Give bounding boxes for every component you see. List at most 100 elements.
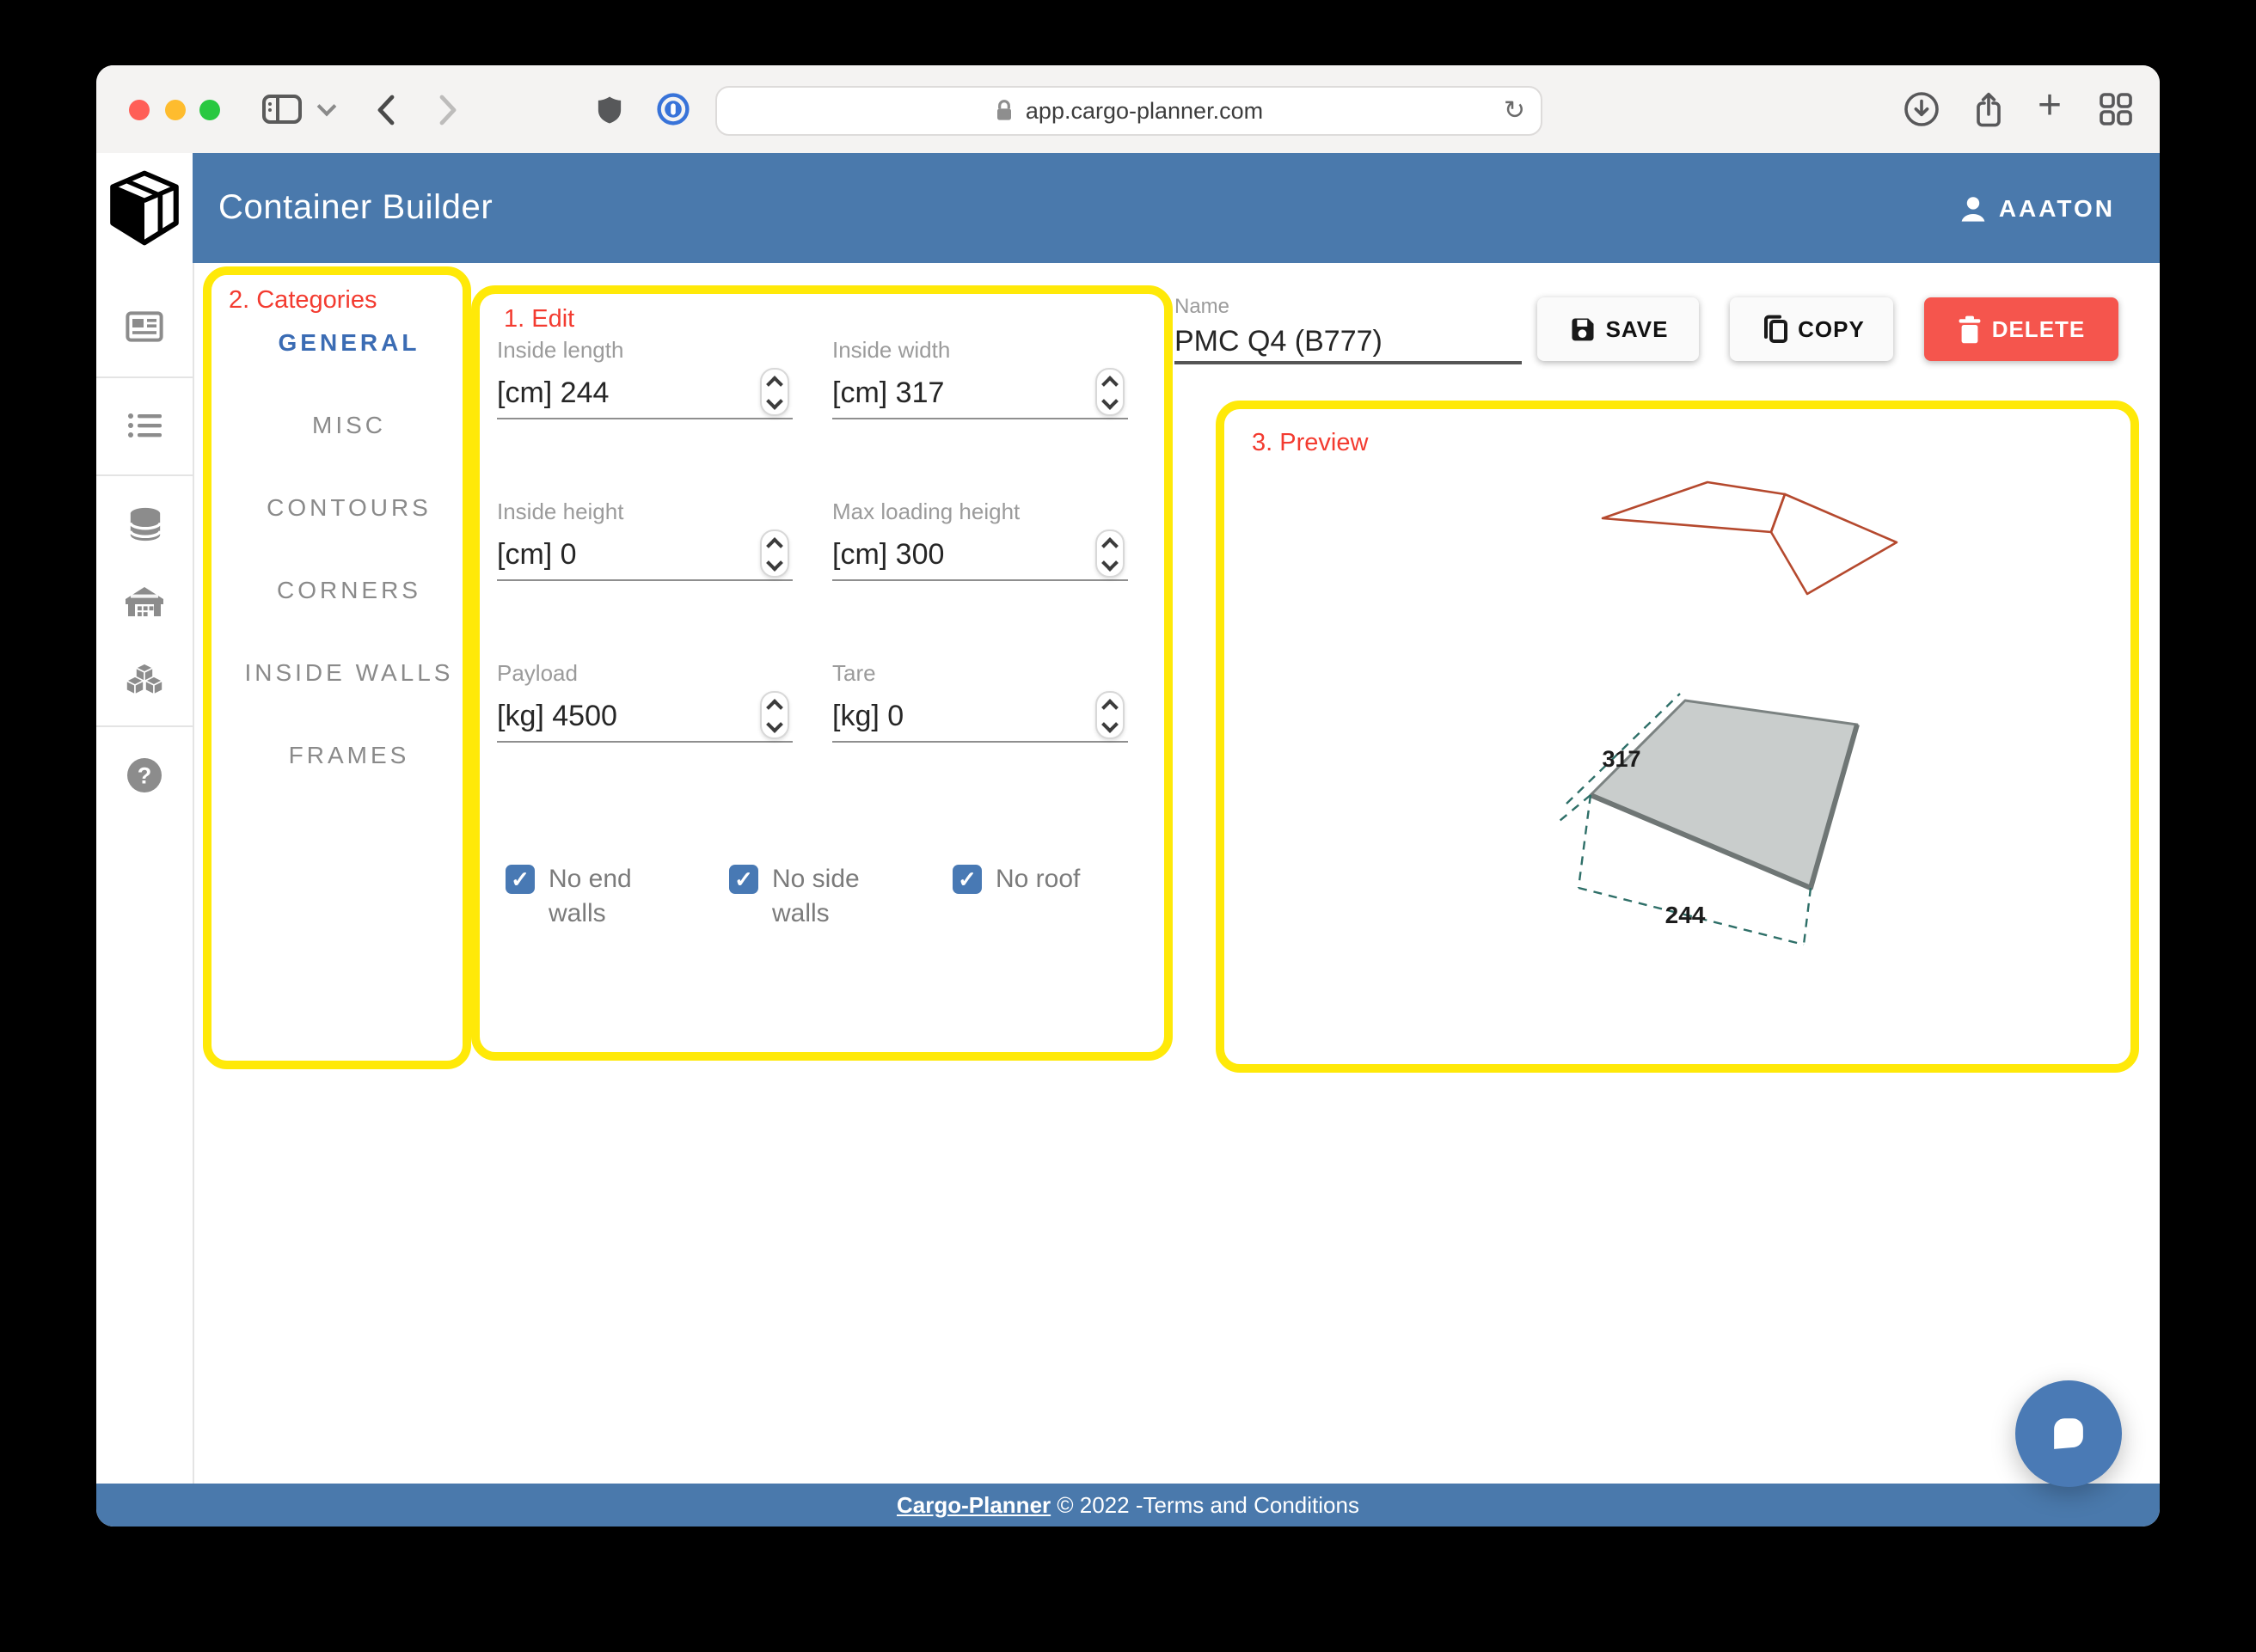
- forward-button[interactable]: [426, 65, 468, 153]
- inside-width-label: Inside width: [832, 337, 951, 363]
- inside-width-input[interactable]: [832, 373, 1082, 414]
- container-3d-preview[interactable]: 317 244: [1224, 409, 2130, 1064]
- browser-toolbar: app.cargo-planner.com ↻ +: [96, 65, 2160, 155]
- sidebar-divider: [96, 725, 193, 727]
- footer-brand-link[interactable]: Cargo-Planner: [897, 1492, 1051, 1518]
- category-misc[interactable]: MISC: [212, 411, 463, 438]
- back-button[interactable]: [365, 65, 406, 153]
- delete-label: DELETE: [1991, 316, 2086, 342]
- save-button[interactable]: SAVE: [1537, 297, 1699, 361]
- name-label: Name: [1174, 294, 1230, 318]
- max-loading-height-input[interactable]: [832, 535, 1082, 576]
- app-sidebar: ?: [96, 263, 194, 1484]
- sidebar-divider: [96, 376, 193, 378]
- category-corners[interactable]: CORNERS: [212, 576, 463, 603]
- close-window-button[interactable]: [129, 99, 150, 119]
- no-roof-checkbox[interactable]: ✓: [953, 865, 982, 894]
- delete-button[interactable]: DELETE: [1924, 297, 2118, 361]
- app-footer: Cargo-Planner © 2022 -Terms and Conditio…: [96, 1484, 2160, 1527]
- width-dimension-label: 317: [1602, 746, 1640, 772]
- browser-window: app.cargo-planner.com ↻ + Container Buil…: [96, 65, 2160, 1527]
- max-loading-height-stepper[interactable]: [1095, 529, 1125, 578]
- chat-widget-button[interactable]: [2015, 1380, 2122, 1487]
- desktop-background: app.cargo-planner.com ↻ + Container Buil…: [0, 0, 2256, 1652]
- no-side-walls-checkbox[interactable]: ✓: [729, 865, 758, 894]
- inside-length-stepper[interactable]: [760, 368, 789, 416]
- address-bar[interactable]: app.cargo-planner.com ↻: [715, 86, 1542, 136]
- length-dimension-label: 244: [1665, 902, 1706, 928]
- no-end-walls-checkbox[interactable]: ✓: [506, 865, 535, 894]
- zoom-window-button[interactable]: [199, 99, 219, 119]
- edit-annotation: 1. Edit: [504, 306, 575, 333]
- header-bar: Container Builder AAATON: [193, 153, 2160, 263]
- category-contours[interactable]: CONTOURS: [212, 493, 463, 521]
- app-body: ? 2. Categories GENERAL MISC CONTOURS CO…: [96, 263, 2160, 1484]
- minimize-window-button[interactable]: [165, 99, 186, 119]
- lock-icon: [997, 100, 1012, 120]
- inside-height-stepper[interactable]: [760, 529, 789, 578]
- inside-length-label: Inside length: [497, 337, 624, 363]
- name-input[interactable]: [1174, 323, 1522, 364]
- tare-input[interactable]: [832, 696, 1082, 737]
- categories-annotation: 2. Categories: [229, 287, 377, 315]
- inside-height-label: Inside height: [497, 499, 624, 524]
- category-inside-walls[interactable]: INSIDE WALLS: [212, 658, 463, 686]
- username: AAATON: [1998, 194, 2115, 222]
- copy-label: COPY: [1798, 316, 1865, 342]
- list-icon[interactable]: [96, 411, 193, 440]
- database-icon[interactable]: [96, 505, 193, 543]
- no-side-walls-option: ✓ No side walls: [729, 865, 910, 930]
- preview-highlight-box: 3. Preview 317 244: [1216, 401, 2139, 1073]
- news-icon[interactable]: [96, 311, 193, 342]
- inside-width-stepper[interactable]: [1095, 368, 1125, 416]
- payload-input[interactable]: [497, 696, 746, 737]
- chevron-down-icon[interactable]: [313, 65, 340, 153]
- copy-button[interactable]: COPY: [1730, 297, 1893, 361]
- trash-icon: [1959, 315, 1982, 344]
- payload-stepper[interactable]: [760, 691, 789, 739]
- inside-length-field: Inside length: [497, 337, 793, 419]
- footer-text: © 2022 -Terms and Conditions: [1051, 1492, 1359, 1518]
- inside-width-field: Inside width: [832, 337, 1128, 419]
- refresh-icon[interactable]: ↻: [1504, 95, 1525, 125]
- sidebar-toggle-icon[interactable]: [258, 65, 306, 153]
- save-label: SAVE: [1605, 316, 1669, 342]
- tab-overview-icon[interactable]: [2094, 65, 2136, 153]
- tare-stepper[interactable]: [1095, 691, 1125, 739]
- max-loading-height-label: Max loading height: [832, 499, 1021, 524]
- inside-height-input[interactable]: [497, 535, 746, 576]
- max-loading-height-field: Max loading height: [832, 499, 1128, 581]
- share-icon[interactable]: [1967, 65, 2008, 153]
- no-roof-label: No roof: [996, 865, 1081, 894]
- cargo-boxes-icon[interactable]: [96, 662, 193, 696]
- category-general[interactable]: GENERAL: [212, 328, 463, 356]
- pallet-deck: [1589, 699, 1860, 890]
- save-icon: [1572, 318, 1594, 341]
- help-icon[interactable]: ?: [96, 756, 193, 794]
- privacy-shield-icon[interactable]: [588, 65, 629, 153]
- no-roof-option: ✓ No roof: [953, 865, 1142, 896]
- categories-highlight-box: 2. Categories GENERAL MISC CONTOURS CORN…: [203, 266, 471, 1069]
- main-content: 2. Categories GENERAL MISC CONTOURS CORN…: [193, 263, 2160, 1484]
- tare-field: Tare: [832, 660, 1128, 743]
- name-field: Name: [1174, 294, 1522, 364]
- page-title: Container Builder: [218, 188, 494, 226]
- url-text: app.cargo-planner.com: [1025, 98, 1264, 124]
- payload-label: Payload: [497, 660, 578, 686]
- app-logo[interactable]: [96, 153, 193, 263]
- contour-wireframe: [1601, 480, 1898, 596]
- app-header: Container Builder AAATON: [96, 153, 2160, 263]
- copy-icon: [1763, 315, 1787, 343]
- downloads-icon[interactable]: [1900, 65, 1941, 153]
- inside-length-input[interactable]: [497, 373, 746, 414]
- warehouse-icon[interactable]: [96, 584, 193, 617]
- password-manager-icon[interactable]: [652, 65, 693, 153]
- person-icon: [1962, 196, 1986, 221]
- edit-highlight-box: 1. Edit Inside length Inside width Insid…: [471, 285, 1173, 1061]
- chat-bubble-icon: [2054, 1418, 2083, 1449]
- category-frames[interactable]: FRAMES: [212, 741, 463, 768]
- new-tab-icon[interactable]: +: [2029, 65, 2070, 153]
- no-end-walls-label: No end walls: [549, 865, 632, 927]
- user-menu[interactable]: AAATON: [1961, 153, 2115, 263]
- no-side-walls-label: No side walls: [772, 865, 860, 927]
